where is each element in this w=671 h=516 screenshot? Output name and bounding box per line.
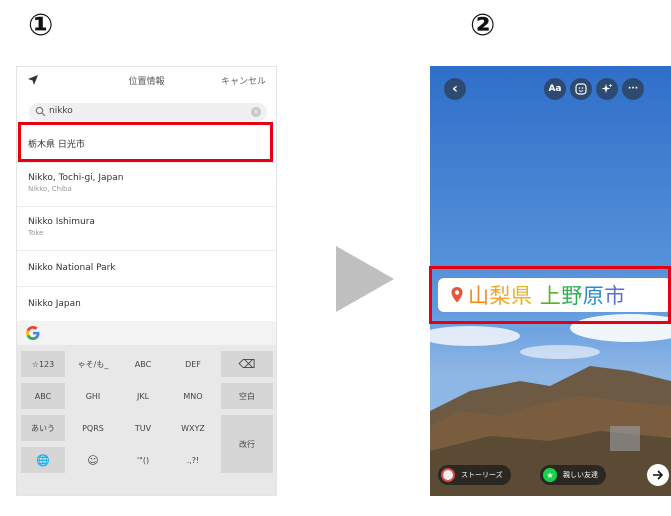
key-punctuation[interactable]: .,?!: [171, 447, 215, 473]
key-wxyz[interactable]: WXYZ: [171, 415, 215, 441]
header-bar: 位置情報 キャンセル: [17, 67, 276, 97]
key-abc-mode[interactable]: ABC: [21, 383, 65, 409]
result-title: Nikko Japan: [28, 299, 81, 309]
globe-key[interactable]: 🌐: [21, 447, 65, 473]
send-button[interactable]: [647, 464, 669, 486]
sticker-icon: [575, 83, 587, 95]
list-item[interactable]: Nikko, Tochi-ɡi, Japan Nikko, Chiba: [17, 163, 276, 207]
cancel-button[interactable]: キャンセル: [221, 74, 266, 87]
result-subtitle: Toke: [28, 229, 44, 237]
key-tuv[interactable]: TUV: [121, 415, 165, 441]
highlight-box-location: [429, 266, 671, 324]
highlight-box-result: [18, 122, 273, 162]
keyboard-suggestion-bar: [17, 321, 276, 345]
story-label: ストーリーズ: [461, 471, 503, 479]
backspace-key[interactable]: ⌫: [221, 351, 273, 377]
key-abc[interactable]: ABC: [121, 351, 165, 377]
keyboard: ☆123 ゃそ/も_ ABC DEF ⌫ ABC GHI JKL MNO 空白 …: [17, 321, 276, 495]
result-subtitle: Nikko, Chiba: [28, 185, 72, 193]
friends-label: 親しい友達: [563, 471, 598, 479]
effects-button[interactable]: [596, 78, 618, 100]
share-bar: ストーリーズ ★ 親しい友達: [430, 456, 671, 496]
search-icon: [35, 106, 46, 117]
result-title: Nikko Ishimura: [28, 217, 95, 227]
star-icon: ★: [543, 468, 557, 482]
enter-key[interactable]: 改行: [221, 415, 273, 473]
key-hiragana-mode[interactable]: あいう: [21, 415, 65, 441]
text-tool-button[interactable]: Aa: [544, 78, 566, 100]
google-icon[interactable]: [25, 325, 41, 341]
search-input[interactable]: nikko: [49, 106, 73, 116]
your-story-button[interactable]: ストーリーズ: [438, 465, 511, 485]
key-pqrs[interactable]: PQRS: [71, 415, 115, 441]
key-def[interactable]: DEF: [171, 351, 215, 377]
close-friends-button[interactable]: ★ 親しい友達: [540, 465, 606, 485]
sticker-button[interactable]: [570, 78, 592, 100]
emoji-key[interactable]: ☺: [71, 447, 115, 473]
step-number-1: ①: [28, 8, 54, 43]
key-ghi[interactable]: GHI: [71, 383, 115, 409]
key-jkl[interactable]: JKL: [121, 383, 165, 409]
list-item[interactable]: Nikko Japan: [17, 287, 276, 323]
key-mno[interactable]: MNO: [171, 383, 215, 409]
step-number-2: ②: [470, 8, 496, 43]
key-symbols[interactable]: ☆123: [21, 351, 65, 377]
more-button[interactable]: ···: [622, 78, 644, 100]
key-kana-1[interactable]: ゃそ/も_: [71, 351, 115, 377]
result-title: Nikko, Tochi-ɡi, Japan: [28, 173, 124, 183]
key-quotes[interactable]: '"(): [121, 447, 165, 473]
clear-icon[interactable]: ×: [251, 107, 261, 117]
arrow-right-icon: [653, 470, 664, 480]
next-step-arrow-icon: [336, 246, 394, 312]
back-button[interactable]: ‹: [444, 78, 466, 100]
space-key[interactable]: 空白: [221, 383, 273, 409]
result-title: Nikko National Park: [28, 263, 116, 273]
avatar: [441, 468, 455, 482]
list-item[interactable]: Nikko Ishimura Toke: [17, 207, 276, 251]
list-item[interactable]: Nikko National Park: [17, 251, 276, 287]
sparkle-icon: [601, 83, 613, 93]
search-bar[interactable]: nikko ×: [29, 103, 267, 121]
